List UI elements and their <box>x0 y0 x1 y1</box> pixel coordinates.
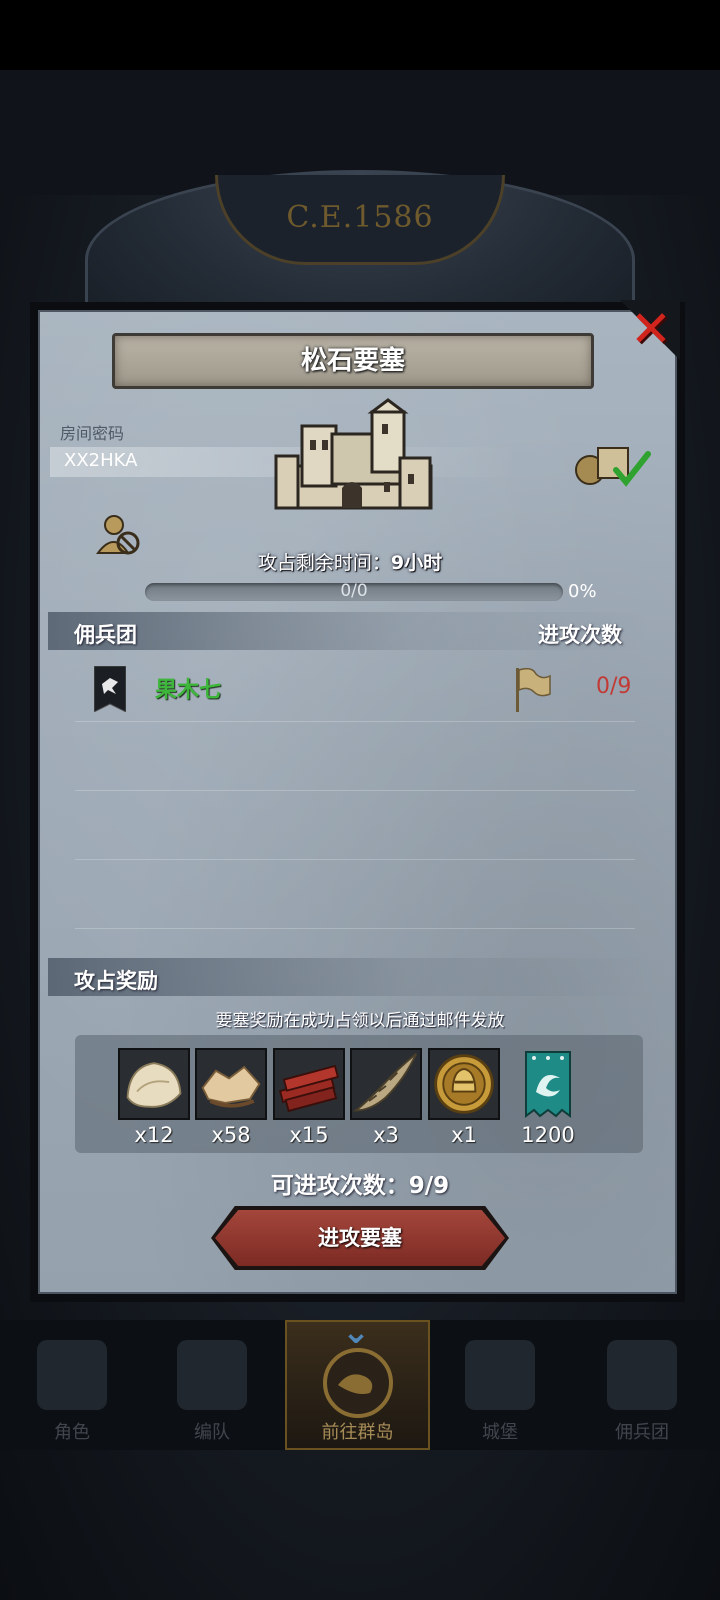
reward-quantity: x15 <box>289 1123 329 1147</box>
row-divider <box>75 928 635 929</box>
close-icon[interactable]: ✕ <box>626 304 676 354</box>
nav-item-formation[interactable]: 编队 <box>140 1320 284 1450</box>
formation-icon <box>177 1340 247 1410</box>
row-divider <box>75 790 635 791</box>
nav-item-character[interactable]: 角色 <box>0 1320 144 1450</box>
reward-quantity: x3 <box>373 1123 399 1147</box>
guild-banner-icon <box>525 1051 571 1118</box>
reward-quantity: x58 <box>211 1123 251 1147</box>
reward-quantity: 1200 <box>521 1123 575 1147</box>
guild-name: 果木七 <box>155 678 222 703</box>
fur-icon <box>126 1062 182 1108</box>
row-divider <box>75 859 635 860</box>
attack-flag-icon <box>516 667 551 712</box>
year-label: C.E.1586 <box>286 200 434 235</box>
nav-label: 佣兵团 <box>615 1422 669 1443</box>
reward-item[interactable]: x15 <box>273 1048 345 1147</box>
reward-quantity: x12 <box>134 1123 174 1147</box>
room-code-value: XX2HKA <box>64 450 138 471</box>
fortress-castle-icon <box>274 398 433 510</box>
hide-icon <box>201 1065 261 1108</box>
dialog-title: 松石要塞 <box>300 346 405 376</box>
guild-emblem-icon <box>94 666 126 712</box>
nav-label: 角色 <box>54 1422 90 1443</box>
reward-item[interactable]: x3 <box>350 1048 422 1147</box>
attack-fortress-label[interactable]: 进攻要塞 <box>215 1210 505 1266</box>
nav-label: 城堡 <box>482 1422 518 1443</box>
knight-helmet-coin-icon <box>434 1054 494 1114</box>
reward-slot <box>195 1048 267 1120</box>
reward-item[interactable]: x12 <box>118 1048 190 1147</box>
status-bar <box>0 0 720 70</box>
nav-item-mercenary[interactable]: 佣兵团 <box>570 1320 714 1450</box>
nav-item-castle[interactable]: 城堡 <box>428 1320 572 1450</box>
occupy-progress-percent: 0% <box>568 581 597 602</box>
occupy-time-label: 攻占剩余时间： <box>257 552 391 574</box>
reward-slot <box>512 1048 584 1120</box>
reward-item[interactable]: x58 <box>195 1048 267 1147</box>
chevron-down-icon: ⌄ <box>341 1312 371 1352</box>
guild-attack-count: 0/9 <box>596 674 632 699</box>
castle-icon <box>465 1340 535 1410</box>
reward-item[interactable]: 1200 <box>512 1048 584 1147</box>
nav-label: 编队 <box>194 1422 230 1443</box>
reward-slot <box>118 1048 190 1120</box>
occupy-time-value: 9小时 <box>390 552 443 574</box>
horn-icon <box>352 1053 418 1112</box>
islands-compass-icon <box>323 1348 393 1418</box>
reward-slot <box>350 1048 422 1120</box>
reward-item[interactable]: x1 <box>428 1048 500 1147</box>
occupy-time-text: 攻占剩余时间：9小时 <box>0 548 700 575</box>
occupy-progress-text: 0/0 <box>340 581 368 601</box>
character-icon <box>37 1340 107 1410</box>
row-divider <box>75 721 635 722</box>
attack-count-header: 进攻次数 <box>538 623 622 647</box>
reward-slot <box>273 1048 345 1120</box>
reward-quantity: x1 <box>451 1123 477 1147</box>
wood-planks-icon <box>278 1064 340 1113</box>
reward-header: 攻占奖励 <box>74 969 158 993</box>
reward-slot <box>428 1048 500 1120</box>
mercenary-icon <box>607 1340 677 1410</box>
attacks-remaining: 可进攻次数：9/9 <box>270 1173 450 1199</box>
supply-ready-icon[interactable] <box>572 440 652 488</box>
room-code-label: 房间密码 <box>60 424 125 443</box>
reward-note: 要塞奖励在成功占领以后通过邮件发放 <box>215 1011 505 1031</box>
nav-label-active: 前往群岛 <box>321 1422 394 1443</box>
mercenary-header: 佣兵团 <box>74 623 137 647</box>
